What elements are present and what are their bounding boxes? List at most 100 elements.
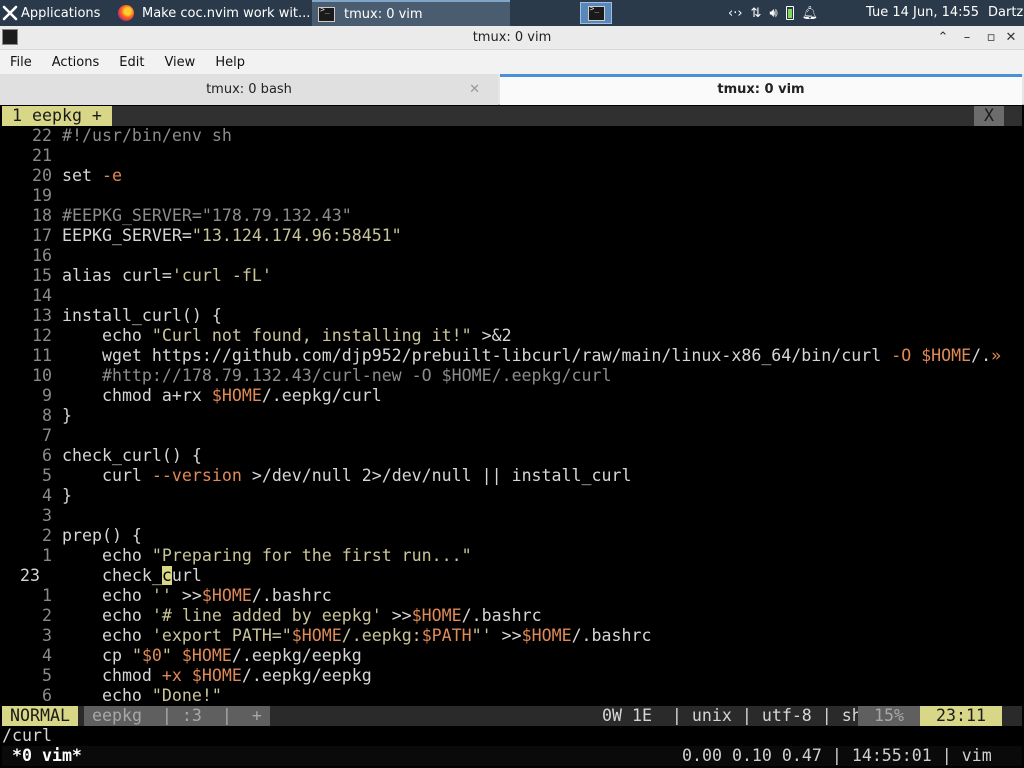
code-line[interactable]: 15 alias curl='curl -fL' bbox=[2, 266, 1022, 286]
code-line[interactable]: 4 cp "$0" $HOME/.eepkg/eepkg bbox=[2, 646, 1022, 666]
tab-label: tmux: 0 bash bbox=[206, 82, 292, 97]
line-text: chmod a+rx $HOME/.eepkg/curl bbox=[62, 386, 382, 405]
top-panel: Applications Make coc.nvim work wit... t… bbox=[0, 0, 1024, 26]
transfer-icon[interactable]: ⇅ bbox=[751, 6, 762, 21]
terminal-area[interactable]: 1 eepkg + X 22 #!/usr/bin/env sh 21 20 set -… bbox=[2, 106, 1022, 768]
line-text: echo '' >>$HOME/.bashrc bbox=[62, 586, 332, 605]
code-line[interactable]: 6 echo "Done!" bbox=[2, 686, 1022, 706]
xfce-logo-icon bbox=[2, 5, 18, 21]
line-number: 2 bbox=[42, 606, 52, 625]
battery-icon[interactable] bbox=[785, 6, 794, 20]
taskbar-item-label: Make coc.nvim work wit... bbox=[142, 5, 311, 21]
menu-view[interactable]: View bbox=[154, 55, 205, 70]
code-line[interactable]: 5 curl --version >/dev/null 2>/dev/null … bbox=[2, 466, 1022, 486]
line-number: 18 bbox=[32, 206, 52, 225]
code-line[interactable]: 14 bbox=[2, 286, 1022, 306]
taskbar-item-terminal[interactable]: tmux: 0 vim bbox=[312, 0, 510, 26]
line-text: #EEPKG_SERVER="178.79.132.43" bbox=[62, 206, 352, 225]
menubar: File Actions Edit View Help bbox=[0, 50, 1024, 74]
menu-edit[interactable]: Edit bbox=[109, 55, 154, 70]
code-line[interactable]: 11 wget https://github.com/djp952/prebui… bbox=[2, 346, 1022, 366]
code-line[interactable]: 1 echo '' >>$HOME/.bashrc bbox=[2, 586, 1022, 606]
tmux-window-list[interactable]: *0 vim* bbox=[2, 746, 82, 766]
line-text: } bbox=[62, 486, 72, 505]
close-window-button[interactable]: ✕ bbox=[1002, 29, 1020, 47]
line-text: #!/usr/bin/env sh bbox=[62, 126, 232, 145]
notification-bell-icon[interactable]: 🔔︎ bbox=[802, 6, 819, 21]
applications-label: Applications bbox=[21, 5, 101, 21]
line-text: set -e bbox=[62, 166, 122, 185]
code-line[interactable]: 21 bbox=[2, 146, 1022, 166]
line-number: 23 bbox=[20, 566, 40, 585]
code-line[interactable]: 3 bbox=[2, 506, 1022, 526]
line-text: wget https://github.com/djp952/prebuilt-… bbox=[62, 346, 1002, 365]
line-text: echo '# line added by eepkg' >>$HOME/.ba… bbox=[62, 606, 542, 625]
code-line[interactable]: 2 prep() { bbox=[2, 526, 1022, 546]
code-line[interactable]: 13 install_curl() { bbox=[2, 306, 1022, 326]
code-line[interactable]: 9 chmod a+rx $HOME/.eepkg/curl bbox=[2, 386, 1022, 406]
code-line[interactable]: 1 echo "Preparing for the first run..." bbox=[2, 546, 1022, 566]
vim-tabline: 1 eepkg + X bbox=[2, 106, 1022, 126]
code-line[interactable]: 4} bbox=[2, 486, 1022, 506]
code-line[interactable]: 22 #!/usr/bin/env sh bbox=[2, 126, 1022, 146]
menu-actions[interactable]: Actions bbox=[42, 55, 110, 70]
line-text: install_curl() { bbox=[62, 306, 222, 325]
line-number: 5 bbox=[42, 666, 52, 685]
line-number: 19 bbox=[32, 186, 52, 205]
line-number: 4 bbox=[42, 486, 52, 505]
network-icon[interactable]: ‹·› bbox=[728, 6, 743, 21]
menu-help[interactable]: Help bbox=[205, 55, 255, 70]
code-line[interactable]: 19 bbox=[2, 186, 1022, 206]
shade-button[interactable]: ⌃ bbox=[934, 29, 952, 47]
line-text: alias curl='curl -fL' bbox=[62, 266, 272, 285]
line-number: 21 bbox=[32, 146, 52, 165]
window-titlebar[interactable]: tmux: 0 vim ⌃ – ▫ ✕ bbox=[0, 26, 1024, 50]
code-line[interactable]: 7 bbox=[2, 426, 1022, 446]
line-text: chmod +x $HOME/.eepkg/eepkg bbox=[62, 666, 372, 685]
taskbar-item-browser[interactable]: Make coc.nvim work wit... bbox=[112, 0, 312, 26]
user-menu[interactable]: Dartz bbox=[988, 0, 1023, 26]
code-line[interactable]: 16 bbox=[2, 246, 1022, 266]
maximize-button[interactable]: ▫ bbox=[982, 29, 1000, 47]
vim-tab-eepkg[interactable]: 1 eepkg + bbox=[2, 106, 112, 126]
line-number: 20 bbox=[32, 166, 52, 185]
volume-icon[interactable]: 🔊︎ bbox=[769, 6, 777, 21]
code-line[interactable]: 2 echo '# line added by eepkg' >>$HOME/.… bbox=[2, 606, 1022, 626]
minimize-button[interactable]: – bbox=[958, 29, 976, 47]
line-text: check_curl() { bbox=[62, 446, 202, 465]
line-number: 1 bbox=[42, 546, 52, 565]
line-number: 1 bbox=[42, 586, 52, 605]
code-line[interactable]: 23 check_curl bbox=[2, 566, 1022, 586]
terminal-tabbar: tmux: 0 bash ✕ tmux: 0 vim bbox=[0, 74, 1024, 105]
line-text: #http://178.79.132.43/curl-new -O $HOME/… bbox=[62, 366, 612, 385]
tab-label: tmux: 0 vim bbox=[717, 82, 805, 97]
tmux-status-right: 0.00 0.10 0.47 | 14:55:01 | vim bbox=[682, 746, 992, 765]
close-tab-icon[interactable]: ✕ bbox=[469, 74, 480, 105]
workspace-switcher[interactable] bbox=[580, 2, 612, 24]
clock[interactable]: Tue 14 Jun, 14:55 bbox=[866, 0, 979, 26]
vim-cmdline[interactable]: /curl bbox=[2, 726, 1022, 746]
code-line[interactable]: 6 check_curl() { bbox=[2, 446, 1022, 466]
code-line[interactable]: 10 #http://178.79.132.43/curl-new -O $HO… bbox=[2, 366, 1022, 386]
code-line[interactable]: 3 echo 'export PATH="$HOME/.eepkg:$PATH"… bbox=[2, 626, 1022, 646]
line-number: 4 bbox=[42, 646, 52, 665]
line-number: 3 bbox=[42, 506, 52, 525]
terminal-icon bbox=[587, 4, 605, 21]
tab-bash[interactable]: tmux: 0 bash ✕ bbox=[0, 74, 498, 105]
firefox-icon bbox=[118, 5, 134, 21]
line-number: 7 bbox=[42, 426, 52, 445]
code-line[interactable]: 20 set -e bbox=[2, 166, 1022, 186]
applications-menu[interactable]: Applications bbox=[0, 0, 112, 26]
line-number: 16 bbox=[32, 246, 52, 265]
vim-tab-close[interactable]: X bbox=[974, 106, 1004, 126]
line-text: curl --version >/dev/null 2>/dev/null ||… bbox=[62, 466, 632, 485]
tab-vim[interactable]: tmux: 0 vim bbox=[500, 74, 1022, 105]
menu-file[interactable]: File bbox=[0, 55, 42, 70]
code-line[interactable]: 17 EEPKG_SERVER="13.124.174.96:58451" bbox=[2, 226, 1022, 246]
line-text: prep() { bbox=[62, 526, 142, 545]
line-number: 13 bbox=[32, 306, 52, 325]
code-line[interactable]: 18 #EEPKG_SERVER="178.79.132.43" bbox=[2, 206, 1022, 226]
code-line[interactable]: 8} bbox=[2, 406, 1022, 426]
code-line[interactable]: 12 echo "Curl not found, installing it!"… bbox=[2, 326, 1022, 346]
code-line[interactable]: 5 chmod +x $HOME/.eepkg/eepkg bbox=[2, 666, 1022, 686]
